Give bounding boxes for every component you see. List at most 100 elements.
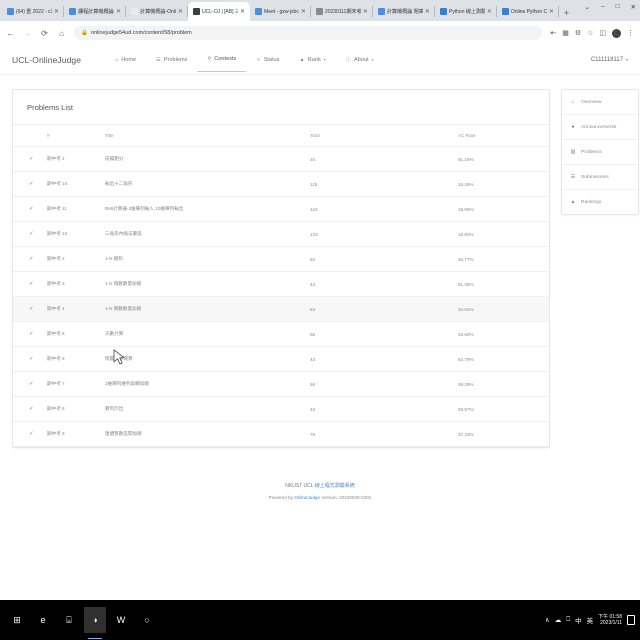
share-icon[interactable]: ⇤: [550, 29, 556, 37]
browser-tab[interactable]: 20230111期末考(二)✕: [311, 2, 373, 21]
cell-problem-title[interactable]: 2維陣列維列與欄加總: [105, 371, 310, 397]
cell-problem-number: 期中考 10: [47, 171, 105, 197]
cell-problem-title[interactable]: 倒置加法運算: [105, 346, 310, 372]
table-row[interactable]: ✓ 期中考 8 數列印出 42 28.57%: [13, 396, 549, 422]
table-row[interactable]: ✓ 期中考 5 天數計算 68 33.82%: [13, 321, 549, 347]
table-row[interactable]: ✓ 期中考 7 2維陣列維列與欄加總 56 39.29%: [13, 371, 549, 397]
table-row[interactable]: ✓ 期中考 1 成績劃分 34 91.18%: [13, 146, 549, 172]
windows-start-icon[interactable]: ⊞: [6, 607, 28, 633]
cell-problem-title[interactable]: 1-N 偶數數量加總: [105, 271, 310, 297]
screen-icon[interactable]: ⎕: [566, 616, 570, 624]
app-icon[interactable]: ○: [136, 607, 158, 633]
cell-ac-rate: 46.77%: [458, 246, 549, 272]
close-icon[interactable]: ✕: [240, 9, 246, 15]
close-icon[interactable]: ✕: [425, 9, 431, 15]
close-icon[interactable]: ✕: [363, 9, 369, 15]
browser-tab[interactable]: 計算機概論-OnlineJud✕: [126, 2, 188, 21]
sidebar-item-problems[interactable]: ▧ Problems: [562, 140, 638, 165]
notification-icon[interactable]: [627, 615, 635, 625]
profile-avatar[interactable]: C: [612, 28, 621, 38]
table-row[interactable]: ✓ 期中考 12 三角形內縮法畫弧 133 18.80%: [13, 221, 549, 247]
close-icon[interactable]: ✕: [116, 9, 122, 15]
table-row[interactable]: ✓ 期中考 3 1-N 偶數數量加總 44 61.36%: [13, 271, 549, 297]
reader-icon[interactable]: ◫: [599, 29, 606, 37]
browser-tab[interactable]: Python 線上測驗題庫✕: [435, 2, 497, 21]
taskbar-clock[interactable]: 下午 01:58 2023/1/11: [598, 614, 622, 627]
cell-total: 124: [310, 196, 458, 222]
table-row[interactable]: ✓ 期中考 6 倒置加法運算 43 62.79%: [13, 346, 549, 372]
nav-item-about[interactable]: ⓘ About ▾: [336, 47, 384, 72]
sheet-icon: [377, 8, 385, 15]
window-minimize-button[interactable]: –: [601, 3, 605, 11]
close-icon[interactable]: ✕: [549, 9, 555, 15]
column-header-ac-rate[interactable]: AC Rate: [458, 125, 549, 147]
nav-item-contests[interactable]: ⚲ Contests: [197, 47, 247, 72]
sidebar-item-announcements[interactable]: ● Announcements: [562, 115, 638, 140]
tab-title: 計算機概論-OnlineJud: [140, 9, 176, 15]
address-bar[interactable]: 🔒 onlinejudge54ud.com/content/58/problem: [74, 26, 543, 40]
sidebar-item-submissions[interactable]: ☰ Submissions: [562, 165, 638, 190]
tray-chevron-icon[interactable]: ∧: [545, 616, 550, 624]
window-maximize-button[interactable]: □: [616, 3, 620, 11]
new-tab-button[interactable]: +: [564, 8, 569, 18]
close-icon[interactable]: ✕: [54, 9, 60, 15]
browser-tab[interactable]: (64) 重 2022 - c1111✕: [2, 2, 64, 21]
window-close-button[interactable]: ✕: [631, 3, 636, 11]
main-navigation: ⌂ Home ☰ Problems ⚲ Contests ∿ Status ▲ Rank ▾ ⓘ Abo…: [105, 47, 384, 72]
cell-problem-title[interactable]: 連續整數區間加總: [105, 421, 310, 447]
back-icon[interactable]: ←: [6, 29, 15, 38]
table-row[interactable]: ✓ 期中考 9 連續整數區間加總 75 37.33%: [13, 421, 549, 447]
cell-problem-title[interactable]: 輸出十二角形: [105, 171, 310, 197]
cell-problem-title[interactable]: 成績劃分: [105, 146, 310, 172]
nav-item-status[interactable]: ∿ Status: [246, 48, 289, 72]
close-icon[interactable]: ✕: [178, 9, 184, 15]
footer-powered-link[interactable]: OnlineJudge: [294, 495, 320, 500]
explorer-icon[interactable]: ⌸: [58, 607, 80, 633]
page-footer: NKUST UCL 線上程式測驗系統 Powered by OnlineJudg…: [0, 482, 640, 500]
browser-tab[interactable]: 課程計算機概論(三)✕: [64, 2, 126, 21]
footer-powered-prefix: Powered by: [268, 495, 295, 500]
nav-item-rank[interactable]: ▲ Rank ▾: [290, 48, 336, 72]
sidebar-item-overview[interactable]: ⌂ Overview: [562, 90, 638, 115]
nav-item-home[interactable]: ⌂ Home: [105, 48, 146, 72]
word-icon[interactable]: W: [110, 607, 132, 633]
reload-icon[interactable]: ⟳: [40, 29, 49, 38]
cell-problem-title[interactable]: 數列印出: [105, 396, 310, 422]
star-icon[interactable]: ☆: [587, 29, 593, 37]
footer-site-link[interactable]: 線上程式測驗系統: [315, 483, 355, 489]
cell-problem-title[interactable]: 1-N 偶數數量加總: [105, 296, 310, 322]
user-menu[interactable]: C111118117 ▾: [591, 57, 628, 63]
site-brand[interactable]: UCL-OnlineJudge: [12, 55, 81, 65]
image-icon[interactable]: ▦: [562, 29, 569, 37]
extension-icon[interactable]: ⚙: [575, 29, 581, 37]
window-extra-button[interactable]: ⌄: [585, 3, 590, 11]
column-header-total[interactable]: Total: [310, 125, 458, 147]
forward-icon[interactable]: →: [23, 29, 32, 38]
cell-problem-title[interactable]: 三角形內縮法畫弧: [105, 221, 310, 247]
browser-menu-icon[interactable]: ⋮: [627, 29, 634, 37]
ime-icon[interactable]: 中: [575, 615, 582, 625]
cell-problem-title[interactable]: BMI計算器-3維陣列輸入,10維陣列輸出: [105, 196, 310, 222]
browser-tab[interactable]: Meet - gxw-jxbc ✕: [250, 2, 311, 21]
sidebar-item-rankings[interactable]: ▲ Rankings: [562, 190, 638, 214]
browser-tab[interactable]: UCL-OJ | [AB] 三 三✕: [188, 2, 250, 21]
table-row[interactable]: ✓ 期中考 2 1-N 總和 62 46.77%: [13, 246, 549, 272]
browser-tab[interactable]: Online Python Com✕: [497, 2, 559, 21]
column-header-number[interactable]: #: [47, 125, 105, 147]
lang-icon[interactable]: 英: [587, 615, 594, 625]
tab-title: Meet - gxw-jxbc: [264, 8, 299, 15]
cloud-icon[interactable]: ☁: [555, 616, 562, 624]
table-row[interactable]: ✓ 期中考 4 1-N 偶數數量加總 63 34.62%: [13, 296, 549, 322]
edge-icon[interactable]: e: [32, 607, 54, 633]
chrome-icon[interactable]: ◑: [84, 607, 106, 639]
home-icon[interactable]: ⌂: [57, 29, 66, 38]
close-icon[interactable]: ✕: [487, 9, 493, 15]
table-row[interactable]: ✓ 期中考 11 BMI計算器-3維陣列輸入,10維陣列輸出 124 18.55%: [13, 196, 549, 222]
browser-tab[interactable]: 計算機概論 題庫 ✕: [373, 2, 435, 21]
cell-problem-title[interactable]: 1-N 總和: [105, 246, 310, 272]
close-icon[interactable]: ✕: [301, 9, 307, 15]
cell-problem-title[interactable]: 天數計算: [105, 321, 310, 347]
nav-item-problems[interactable]: ☰ Problems: [146, 48, 197, 72]
column-header-title[interactable]: Title: [105, 125, 310, 147]
table-row[interactable]: ✓ 期中考 10 輸出十二角形 115 18.26%: [13, 171, 549, 197]
